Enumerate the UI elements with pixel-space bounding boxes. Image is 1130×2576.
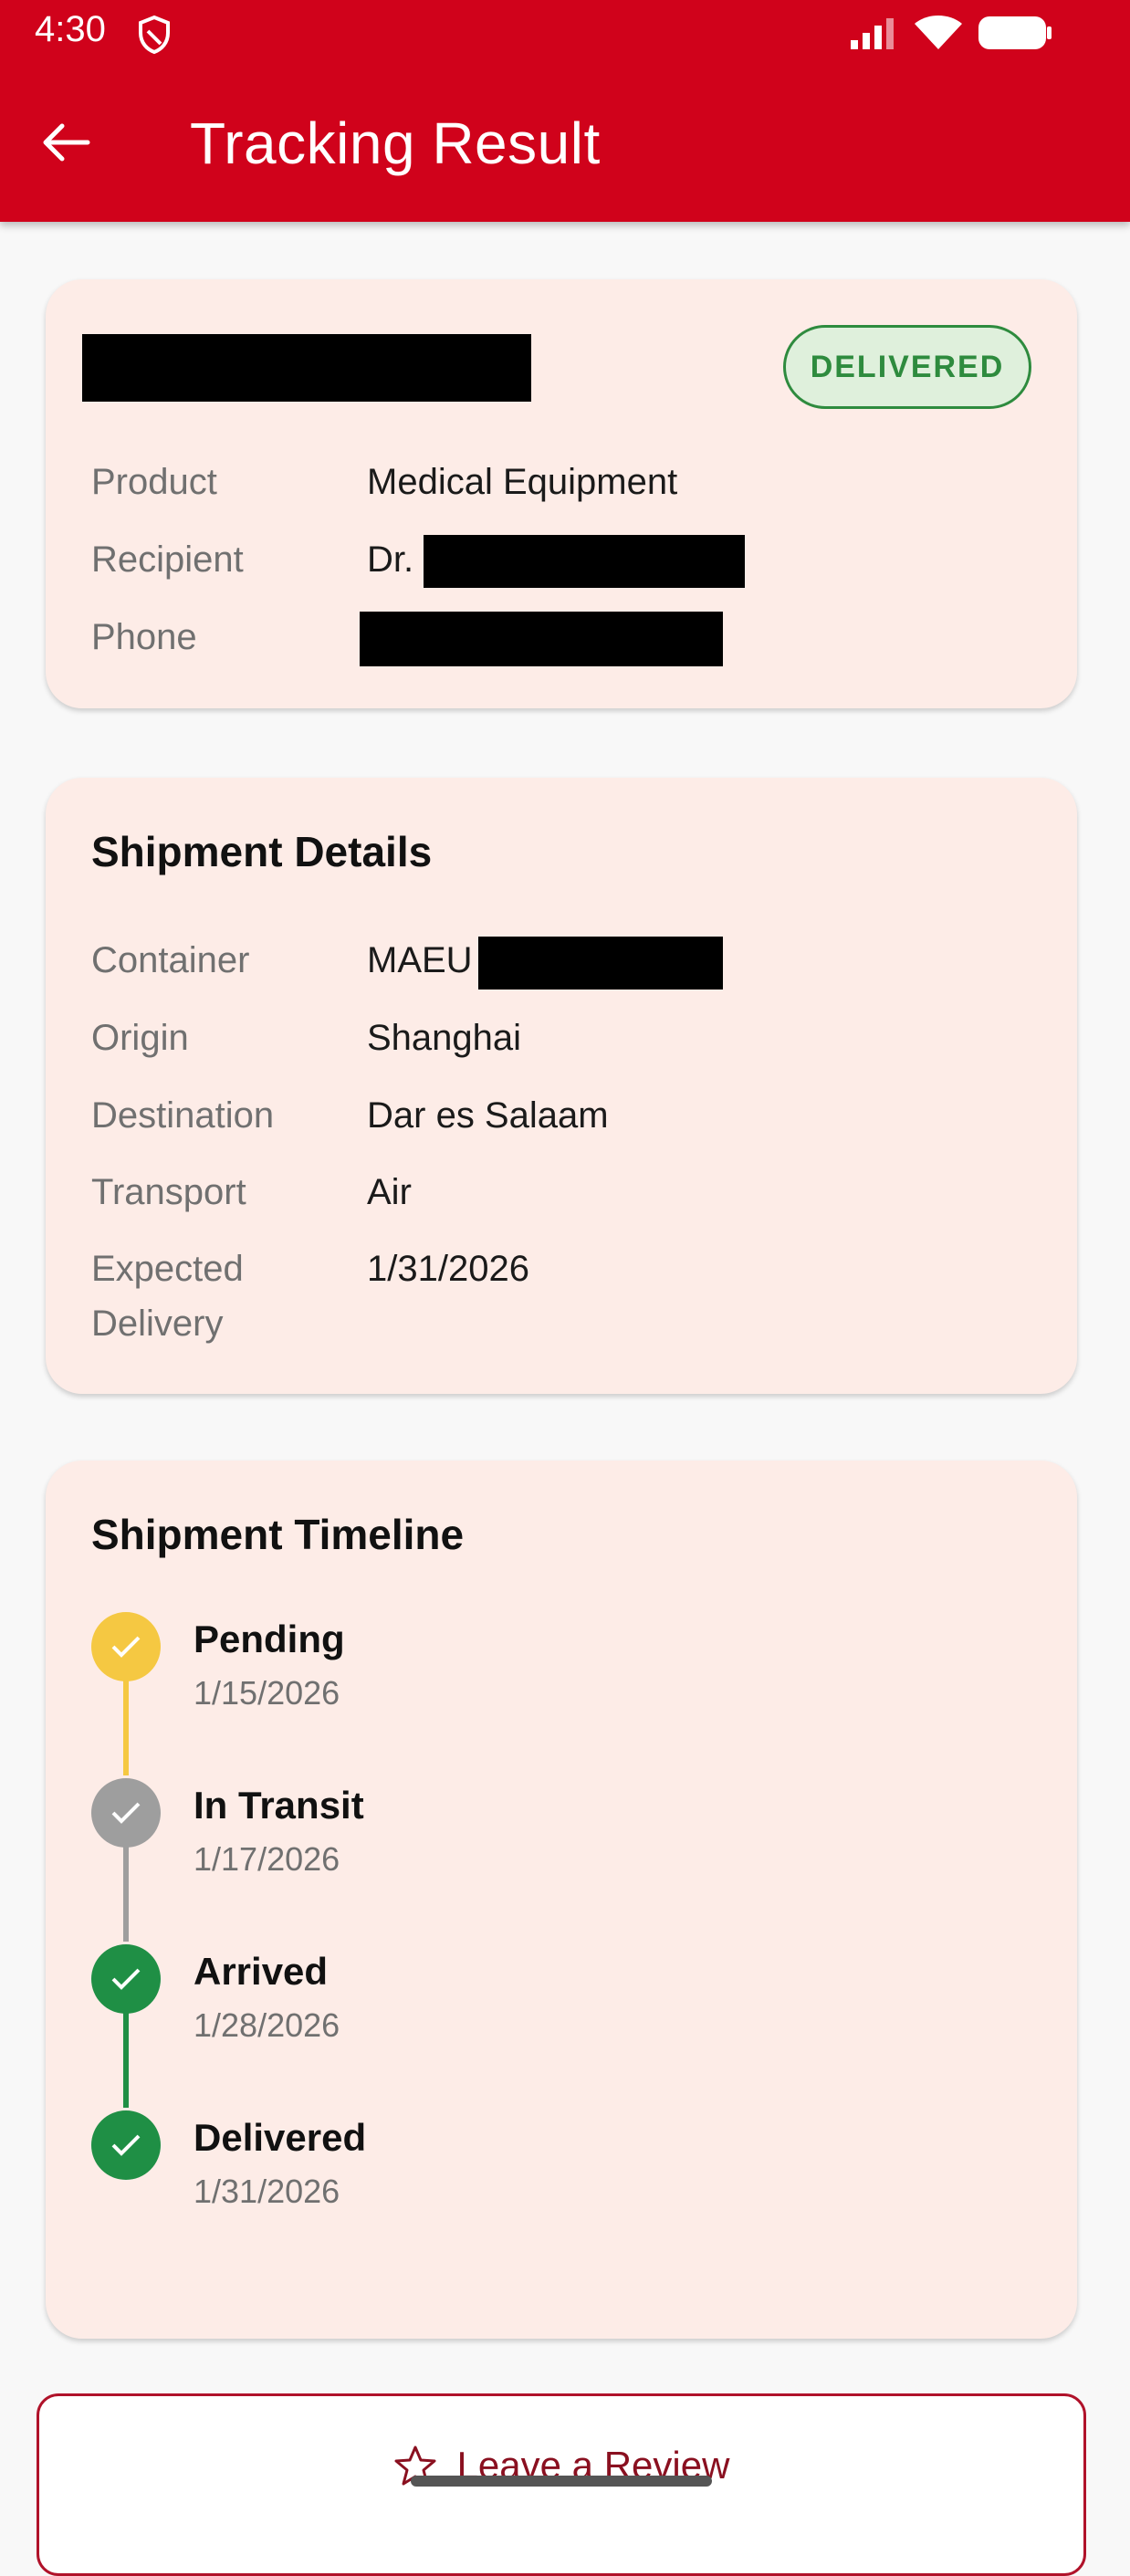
section-title-details: Shipment Details bbox=[91, 828, 433, 875]
expected-delivery-label: Expected Delivery bbox=[91, 1249, 244, 1344]
check-icon bbox=[111, 2134, 141, 2156]
redacted-phone bbox=[360, 612, 723, 666]
expected-delivery-value: 1/31/2026 bbox=[367, 1249, 529, 1289]
timeline-dot-pending bbox=[91, 1612, 161, 1681]
shipment-timeline-card: Shipment Timeline Pending 1/15/2026 In T… bbox=[46, 1461, 1077, 2339]
timeline-event-title: Arrived bbox=[194, 1950, 329, 1993]
check-icon bbox=[111, 1968, 141, 1990]
recipient-value: Dr. bbox=[367, 539, 414, 580]
timeline-dot-in-transit bbox=[91, 1778, 161, 1848]
shield-icon bbox=[139, 15, 170, 55]
check-icon bbox=[111, 1802, 141, 1824]
shipment-details-card: Shipment Details Container MAEU Origin S… bbox=[46, 778, 1077, 1394]
timeline-event-title: Delivered bbox=[194, 2116, 367, 2159]
status-time: 4:30 bbox=[35, 9, 106, 49]
arrow-left-icon bbox=[43, 123, 90, 162]
battery-icon bbox=[978, 16, 1052, 49]
transport-value: Air bbox=[367, 1172, 412, 1212]
page-title: Tracking Result bbox=[190, 110, 601, 176]
timeline-dot-arrived bbox=[91, 1944, 161, 2014]
home-indicator[interactable] bbox=[411, 2476, 712, 2487]
product-value: Medical Equipment bbox=[367, 462, 678, 502]
timeline-event-title: In Transit bbox=[194, 1784, 364, 1827]
wifi-icon bbox=[915, 16, 962, 49]
phone-label: Phone bbox=[91, 617, 197, 657]
summary-card: DELIVERED Product Medical Equipment Reci… bbox=[46, 279, 1077, 708]
timeline-event-title: Pending bbox=[194, 1618, 345, 1660]
app-bar: 4:30 Tracking Result bbox=[0, 0, 1130, 222]
recipient-label: Recipient bbox=[91, 539, 244, 580]
origin-label: Origin bbox=[91, 1018, 189, 1058]
timeline-event-date: 1/31/2026 bbox=[194, 2173, 340, 2210]
signal-icon bbox=[851, 18, 894, 49]
status-badge: DELIVERED bbox=[783, 325, 1031, 409]
section-title-timeline: Shipment Timeline bbox=[91, 1511, 465, 1558]
timeline-dot-delivered bbox=[91, 2110, 161, 2180]
destination-value: Dar es Salaam bbox=[367, 1095, 609, 1136]
container-label: Container bbox=[91, 940, 250, 980]
destination-label: Destination bbox=[91, 1095, 275, 1136]
container-value: MAEU bbox=[367, 940, 473, 980]
status-bar: 4:30 bbox=[0, 0, 1130, 73]
origin-value: Shanghai bbox=[367, 1018, 522, 1058]
timeline-event-date: 1/28/2026 bbox=[194, 2006, 340, 2044]
check-icon bbox=[111, 1636, 141, 1658]
back-button[interactable] bbox=[37, 113, 95, 172]
transport-label: Transport bbox=[91, 1172, 246, 1212]
redacted-recipient-name bbox=[424, 535, 745, 588]
redacted-container-number bbox=[478, 937, 723, 990]
timeline-event-date: 1/15/2026 bbox=[194, 1674, 340, 1712]
timeline-event-date: 1/17/2026 bbox=[194, 1840, 340, 1878]
product-label: Product bbox=[91, 462, 217, 502]
redacted-tracking-number bbox=[82, 334, 531, 402]
